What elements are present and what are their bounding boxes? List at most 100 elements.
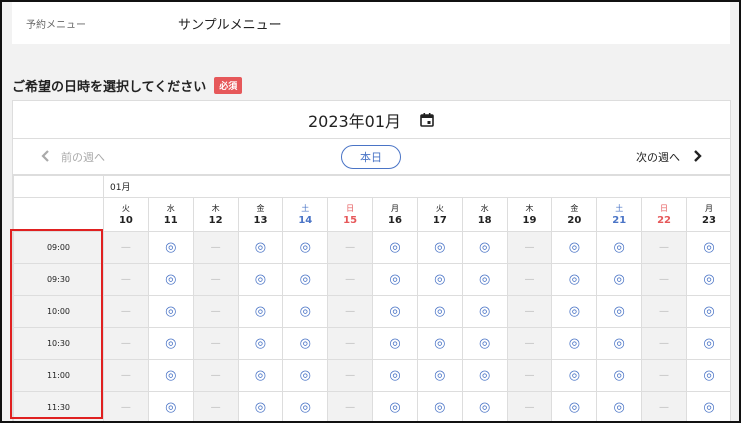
unavailable-slot: — bbox=[641, 327, 687, 360]
available-slot[interactable]: ◎ bbox=[596, 263, 643, 296]
available-slot[interactable]: ◎ bbox=[147, 391, 194, 422]
day-number: 14 bbox=[298, 214, 313, 226]
available-slot[interactable]: ◎ bbox=[461, 263, 508, 296]
available-slot[interactable]: ◎ bbox=[461, 391, 508, 422]
available-slot[interactable]: ◎ bbox=[685, 327, 730, 360]
available-slot[interactable]: ◎ bbox=[551, 263, 598, 296]
available-slot[interactable]: ◎ bbox=[372, 231, 418, 264]
day-number: 13 bbox=[253, 214, 268, 226]
day-header: 水 18 bbox=[461, 197, 508, 232]
day-header: 土 21 bbox=[596, 197, 643, 232]
available-slot[interactable]: ◎ bbox=[147, 327, 194, 360]
day-of-week: 水 bbox=[166, 203, 175, 213]
available-slot[interactable]: ◎ bbox=[551, 391, 598, 422]
available-slot[interactable]: ◎ bbox=[685, 263, 730, 296]
time-label: 09:30 bbox=[13, 263, 104, 296]
available-slot[interactable]: ◎ bbox=[551, 231, 598, 264]
available-slot[interactable]: ◎ bbox=[416, 295, 463, 328]
prev-week-button[interactable]: 前の週へ bbox=[41, 139, 105, 175]
unavailable-slot: — bbox=[327, 295, 374, 328]
available-slot[interactable]: ◎ bbox=[237, 295, 284, 328]
month-label: 2023年01月 bbox=[307, 111, 402, 131]
available-slot[interactable]: ◎ bbox=[461, 327, 508, 360]
available-slot[interactable]: ◎ bbox=[551, 295, 598, 328]
available-slot[interactable]: ◎ bbox=[685, 231, 730, 264]
available-slot[interactable]: ◎ bbox=[551, 327, 598, 360]
availability-grid: 01月 火 10 水 11 木 12 金 13 土 14 日 15 月 16 火 17 水 18 木 19 金 20 土 21… bbox=[13, 175, 730, 422]
day-header-row: 火 10 水 11 木 12 金 13 土 14 日 15 月 16 火 17 水 18 木 19 金 20 土 21 日 22 月… bbox=[13, 197, 730, 232]
available-slot[interactable]: ◎ bbox=[416, 231, 463, 264]
week-navigation: 前の週へ 本日 次の週へ bbox=[13, 139, 730, 175]
available-slot[interactable]: ◎ bbox=[461, 231, 508, 264]
day-of-week: 火 bbox=[121, 203, 130, 213]
unavailable-slot: — bbox=[103, 359, 149, 392]
unavailable-slot: — bbox=[641, 231, 687, 264]
available-slot[interactable]: ◎ bbox=[416, 359, 463, 392]
unavailable-slot: — bbox=[327, 359, 374, 392]
unavailable-slot: — bbox=[506, 327, 553, 360]
available-slot[interactable]: ◎ bbox=[237, 327, 284, 360]
available-slot[interactable]: ◎ bbox=[461, 295, 508, 328]
available-slot[interactable]: ◎ bbox=[237, 231, 284, 264]
day-number: 19 bbox=[522, 214, 537, 226]
next-week-button[interactable]: 次の週へ bbox=[636, 139, 702, 175]
available-slot[interactable]: ◎ bbox=[596, 327, 643, 360]
day-of-week: 日 bbox=[346, 203, 355, 213]
unavailable-slot: — bbox=[506, 359, 553, 392]
available-slot[interactable]: ◎ bbox=[372, 327, 418, 360]
time-slot-row: 11:00— ◎ — ◎ ◎ — ◎ ◎ ◎ — ◎ ◎ — ◎ bbox=[13, 359, 730, 392]
available-slot[interactable]: ◎ bbox=[282, 391, 329, 422]
unavailable-slot: — bbox=[327, 391, 374, 422]
menu-value: サンプルメニュー bbox=[178, 17, 282, 33]
available-slot[interactable]: ◎ bbox=[282, 263, 329, 296]
available-slot[interactable]: ◎ bbox=[282, 295, 329, 328]
time-slot-row: 10:30— ◎ — ◎ ◎ — ◎ ◎ ◎ — ◎ ◎ — ◎ bbox=[13, 327, 730, 360]
available-slot[interactable]: ◎ bbox=[596, 391, 643, 422]
available-slot[interactable]: ◎ bbox=[282, 231, 329, 264]
available-slot[interactable]: ◎ bbox=[596, 359, 643, 392]
available-slot[interactable]: ◎ bbox=[237, 391, 284, 422]
day-header: 金 13 bbox=[237, 197, 284, 232]
day-of-week: 月 bbox=[390, 203, 399, 213]
available-slot[interactable]: ◎ bbox=[685, 391, 730, 422]
available-slot[interactable]: ◎ bbox=[237, 263, 284, 296]
unavailable-slot: — bbox=[103, 231, 149, 264]
today-button[interactable]: 本日 bbox=[341, 145, 401, 169]
day-header: 木 19 bbox=[506, 197, 553, 232]
available-slot[interactable]: ◎ bbox=[147, 231, 194, 264]
available-slot[interactable]: ◎ bbox=[282, 327, 329, 360]
unavailable-slot: — bbox=[192, 327, 239, 360]
available-slot[interactable]: ◎ bbox=[685, 295, 730, 328]
available-slot[interactable]: ◎ bbox=[372, 263, 418, 296]
available-slot[interactable]: ◎ bbox=[551, 359, 598, 392]
available-slot[interactable]: ◎ bbox=[596, 231, 643, 264]
available-slot[interactable]: ◎ bbox=[147, 295, 194, 328]
day-number: 10 bbox=[118, 214, 133, 226]
available-slot[interactable]: ◎ bbox=[416, 263, 463, 296]
calendar-header: 2023年01月 bbox=[13, 101, 730, 139]
available-slot[interactable]: ◎ bbox=[461, 359, 508, 392]
time-label: 10:30 bbox=[13, 327, 104, 360]
unavailable-slot: — bbox=[641, 263, 687, 296]
month-marker: 01月 bbox=[103, 175, 730, 198]
day-header: 日 15 bbox=[327, 197, 374, 232]
day-of-week: 土 bbox=[301, 203, 310, 213]
available-slot[interactable]: ◎ bbox=[147, 359, 194, 392]
available-slot[interactable]: ◎ bbox=[372, 391, 418, 422]
available-slot[interactable]: ◎ bbox=[372, 295, 418, 328]
day-number: 15 bbox=[343, 214, 358, 226]
available-slot[interactable]: ◎ bbox=[147, 263, 194, 296]
unavailable-slot: — bbox=[192, 263, 239, 296]
available-slot[interactable]: ◎ bbox=[596, 295, 643, 328]
available-slot[interactable]: ◎ bbox=[237, 359, 284, 392]
calendar-icon[interactable] bbox=[419, 112, 435, 128]
reservation-menu-card: 予約メニュー サンプルメニュー bbox=[12, 2, 730, 44]
unavailable-slot: — bbox=[192, 295, 239, 328]
available-slot[interactable]: ◎ bbox=[416, 391, 463, 422]
available-slot[interactable]: ◎ bbox=[416, 327, 463, 360]
required-badge: 必須 bbox=[214, 77, 243, 94]
available-slot[interactable]: ◎ bbox=[685, 359, 730, 392]
available-slot[interactable]: ◎ bbox=[282, 359, 329, 392]
day-of-week: 日 bbox=[660, 203, 669, 213]
available-slot[interactable]: ◎ bbox=[372, 359, 418, 392]
